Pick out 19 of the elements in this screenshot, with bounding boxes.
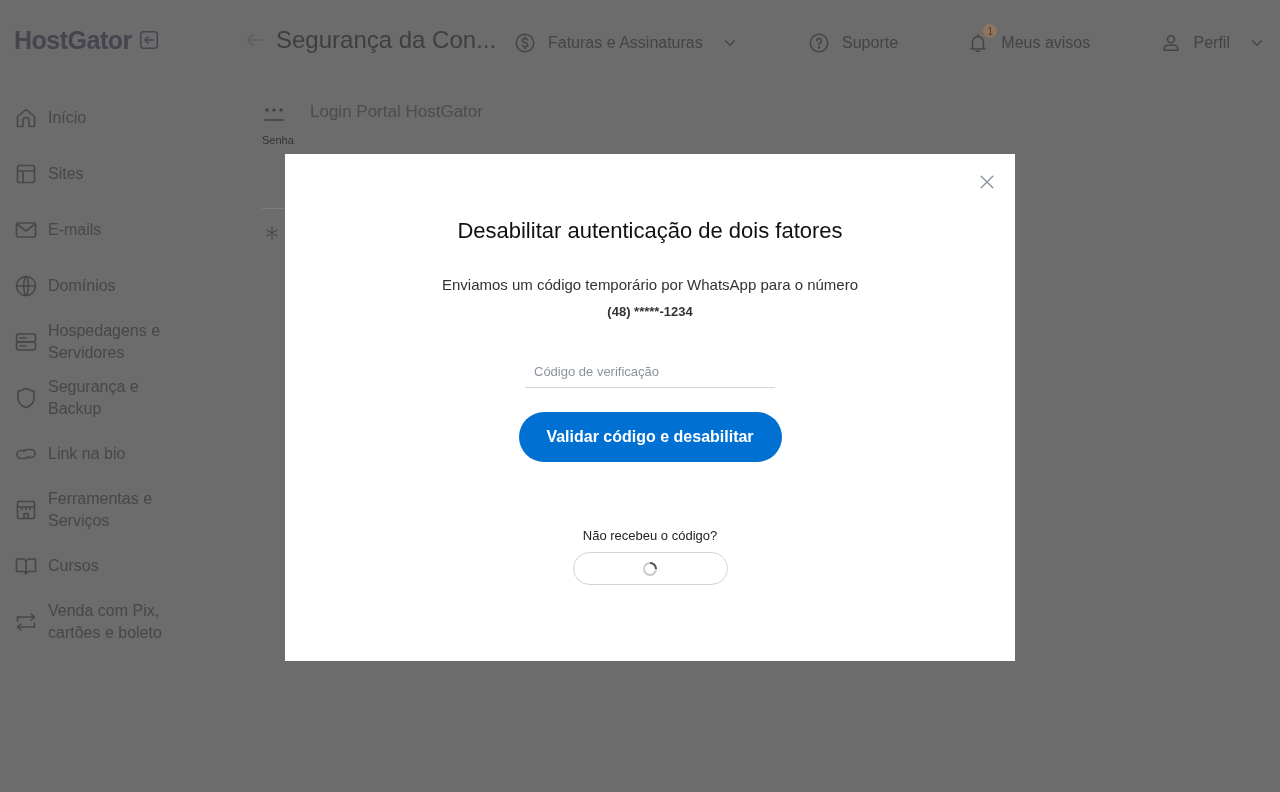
home-icon: [14, 106, 38, 130]
globe-icon: [14, 274, 38, 298]
resend-prompt: Não recebeu o código?: [582, 528, 718, 543]
resend-button[interactable]: [572, 552, 728, 585]
asterisk-icon: [264, 225, 280, 241]
help-icon: [808, 32, 830, 54]
field-label: Senha: [262, 134, 294, 146]
shield-icon: [14, 386, 38, 410]
server-icon: [14, 330, 38, 354]
storefront-icon: [14, 498, 38, 522]
dollar-circle-icon: [514, 32, 536, 54]
modal-message: Enviamos um código temporário por WhatsApp para o número: [441, 276, 858, 293]
submit-button[interactable]: Validar código e desabilitar: [518, 412, 782, 462]
modal-title: Desabilitar autenticação de dois fatores: [457, 218, 843, 244]
collapse-icon[interactable]: [137, 29, 160, 51]
exchange-icon: [14, 610, 38, 634]
layout-icon: [14, 162, 38, 186]
phone-number: (48) *****-1234: [607, 304, 693, 319]
notification-badge: 1: [983, 24, 998, 38]
